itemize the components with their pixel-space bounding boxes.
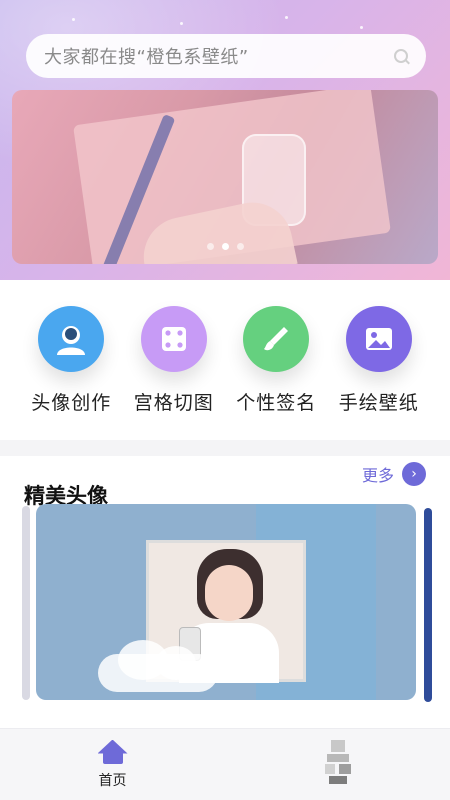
pixel <box>338 763 351 774</box>
sparkle <box>285 16 288 19</box>
more-label[interactable]: 更多 <box>362 462 394 486</box>
banner-page-indicator <box>12 243 438 250</box>
quick-action-handdrawn-wallpaper[interactable]: 手绘壁纸 <box>329 306 429 440</box>
sparkle <box>360 26 363 29</box>
quick-action-label: 手绘壁纸 <box>338 392 419 414</box>
tab-label: 首页 <box>98 772 127 789</box>
pixel <box>326 753 349 762</box>
avatar-icon[interactable] <box>38 306 105 372</box>
pixel <box>328 775 347 784</box>
tab-profile[interactable] <box>225 729 450 800</box>
search-icon[interactable] <box>394 49 408 63</box>
search-bar[interactable]: 大家都在搜“橙色系壁纸” <box>26 34 426 78</box>
pixel <box>324 763 335 774</box>
page-dot-active <box>221 243 229 250</box>
bottom-tab-bar: 首页 <box>0 728 450 800</box>
portrait-face <box>205 565 253 621</box>
grid-dice-icon[interactable] <box>140 306 207 372</box>
hero-banner[interactable] <box>12 90 438 264</box>
featured-avatars-section: 更多 › 精美头像 <box>0 456 450 728</box>
more-button[interactable]: 更多 › <box>362 462 426 486</box>
quick-action-signature[interactable]: 个性签名 <box>226 306 326 440</box>
search-input[interactable]: 大家都在搜“橙色系壁纸” <box>44 43 394 69</box>
carousel-prev-item[interactable] <box>22 506 30 700</box>
sparkle <box>180 22 183 25</box>
avatar-card[interactable] <box>36 504 416 700</box>
home-icon[interactable] <box>97 739 128 764</box>
quick-action-label: 头像创作 <box>31 392 112 414</box>
chevron-right-icon[interactable]: › <box>402 462 426 486</box>
tab-home[interactable]: 首页 <box>0 729 225 800</box>
quick-action-label: 宫格切图 <box>133 392 214 414</box>
home-base <box>102 751 123 764</box>
page-dot <box>236 243 244 250</box>
pixel <box>330 739 345 752</box>
page-dot <box>206 243 214 250</box>
sparkle <box>72 18 75 21</box>
quick-action-grid-cut[interactable]: 宫格切图 <box>124 306 224 440</box>
profile-icon[interactable] <box>321 739 355 784</box>
brush-icon[interactable] <box>243 306 310 372</box>
cloud-decoration <box>98 640 218 692</box>
quick-action-label: 个性签名 <box>236 392 317 414</box>
quick-actions: 头像创作 宫格切图 个性签名 手绘壁纸 <box>0 280 450 440</box>
picture-icon[interactable] <box>345 306 412 372</box>
quick-action-avatar-create[interactable]: 头像创作 <box>21 306 121 440</box>
carousel-next-item[interactable] <box>424 508 432 702</box>
